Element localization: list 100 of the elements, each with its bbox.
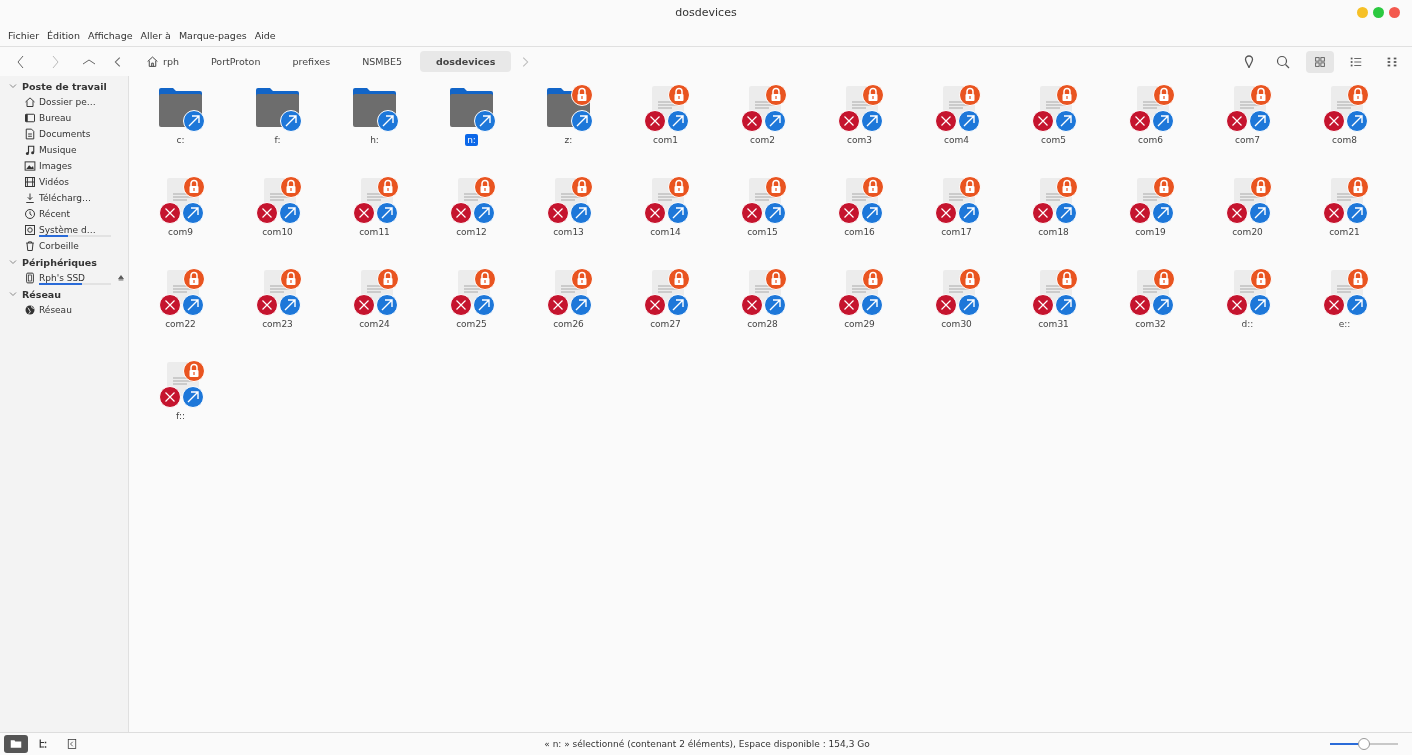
file-item[interactable]: com15 <box>714 176 811 268</box>
section-header[interactable]: Poste de travail <box>4 78 128 94</box>
file-item[interactable]: h: <box>326 84 423 176</box>
file-item[interactable]: com27 <box>617 268 714 360</box>
file-item[interactable]: com10 <box>229 176 326 268</box>
zoom-slider[interactable] <box>1330 738 1398 750</box>
file-item[interactable]: z: <box>520 84 617 176</box>
file-name: com28 <box>746 318 779 330</box>
globe-icon <box>24 304 36 316</box>
file-name: com11 <box>358 226 391 238</box>
file-item[interactable]: com22 <box>132 268 229 360</box>
sidebar-item[interactable]: Rph's SSD <box>4 270 128 286</box>
sidebar-item[interactable]: Bureau <box>4 110 128 126</box>
sidebar-item[interactable]: Vidéos <box>4 174 128 190</box>
file-name: com19 <box>1134 226 1167 238</box>
section-label: Réseau <box>22 288 62 300</box>
file-item[interactable]: d:: <box>1199 268 1296 360</box>
file-name: com16 <box>843 226 876 238</box>
file-item[interactable]: com28 <box>714 268 811 360</box>
file-item[interactable]: com18 <box>1005 176 1102 268</box>
file-name: d:: <box>1240 318 1255 330</box>
file-item[interactable]: com29 <box>811 268 908 360</box>
breadcrumb-button[interactable]: PortProton <box>196 51 275 72</box>
close-button[interactable] <box>1389 7 1400 18</box>
file-item[interactable]: com13 <box>520 176 617 268</box>
sidebar-item[interactable]: Documents <box>4 126 128 142</box>
file-item[interactable]: com19 <box>1102 176 1199 268</box>
file-item[interactable]: com32 <box>1102 268 1199 360</box>
sidebar-item[interactable]: Musique <box>4 142 128 158</box>
file-item[interactable]: com17 <box>908 176 1005 268</box>
file-name: com5 <box>1040 134 1067 146</box>
sidebar-item-label: Images <box>39 161 73 171</box>
file-item[interactable]: com6 <box>1102 84 1199 176</box>
places-panel-button[interactable] <box>4 735 28 753</box>
breadcrumb-button[interactable]: NSMBE5 <box>348 51 417 72</box>
sidebar-item[interactable]: Dossier pe… <box>4 94 128 110</box>
trash-icon <box>24 240 36 252</box>
file-item[interactable]: com3 <box>811 84 908 176</box>
file-name: n: <box>465 134 478 146</box>
breadcrumb-button[interactable]: dosdevices <box>420 51 512 72</box>
sidebar-item-label: Vidéos <box>39 177 70 187</box>
menu-item[interactable]: Édition <box>47 29 80 41</box>
breadcrumb-button[interactable]: prefixes <box>278 51 345 72</box>
file-name: com1 <box>652 134 679 146</box>
file-item[interactable]: c: <box>132 84 229 176</box>
file-item[interactable]: com25 <box>423 268 520 360</box>
file-item[interactable]: com1 <box>617 84 714 176</box>
file-item[interactable]: com2 <box>714 84 811 176</box>
file-item[interactable]: com8 <box>1296 84 1393 176</box>
sidebar-item-label: Bureau <box>39 113 73 123</box>
sidebar-item[interactable]: Système d… <box>4 222 128 238</box>
eject-icon[interactable] <box>117 274 125 282</box>
sidebar-item[interactable]: Télécharg… <box>4 190 128 206</box>
file-item[interactable]: com24 <box>326 268 423 360</box>
file-item[interactable]: com11 <box>326 176 423 268</box>
status-text: « n: » sélectionné (contenant 2 éléments), Espace disponible : 154,3 Go <box>543 739 871 749</box>
sidebar-item[interactable]: Images <box>4 158 128 174</box>
file-name: com3 <box>846 134 873 146</box>
image-icon <box>24 160 36 172</box>
file-item[interactable]: com14 <box>617 176 714 268</box>
file-item[interactable]: com5 <box>1005 84 1102 176</box>
section-header[interactable]: Réseau <box>4 286 128 302</box>
file-item[interactable]: com30 <box>908 268 1005 360</box>
file-item[interactable]: com16 <box>811 176 908 268</box>
file-item[interactable]: f: <box>229 84 326 176</box>
sidebar-item[interactable]: Réseau <box>4 302 128 318</box>
file-name: com7 <box>1234 134 1261 146</box>
file-name: com20 <box>1231 226 1264 238</box>
file-item[interactable]: n: <box>423 84 520 176</box>
menu-item[interactable]: Aller à <box>140 29 171 41</box>
file-item[interactable]: e:: <box>1296 268 1393 360</box>
file-item[interactable]: com26 <box>520 268 617 360</box>
file-name: com32 <box>1134 318 1167 330</box>
menu-item[interactable]: Fichier <box>8 29 40 41</box>
sidebar-item[interactable]: Récent <box>4 206 128 222</box>
file-item[interactable]: com20 <box>1199 176 1296 268</box>
file-item[interactable]: com31 <box>1005 268 1102 360</box>
sidebar-item[interactable]: Corbeille <box>4 238 128 254</box>
sidebar-item-label: Télécharg… <box>39 193 92 203</box>
sidebar-item-label: Rph's SSD <box>39 273 87 283</box>
file-item[interactable]: com12 <box>423 176 520 268</box>
sidebar-item-label: Réseau <box>39 305 73 315</box>
menu-item[interactable]: Affichage <box>87 29 133 41</box>
file-name: com27 <box>649 318 682 330</box>
section-label: Périphériques <box>22 256 97 268</box>
file-name: com12 <box>455 226 488 238</box>
disk-icon <box>24 224 36 236</box>
menu-item[interactable]: Marque-pages <box>178 29 247 41</box>
view-mode-button[interactable] <box>1306 50 1334 73</box>
file-name: com15 <box>746 226 779 238</box>
breadcrumb-button[interactable]: rph <box>132 50 193 73</box>
file-item[interactable]: com7 <box>1199 84 1296 176</box>
file-item[interactable]: f:: <box>132 360 229 452</box>
menu-item[interactable]: Aide <box>254 29 276 41</box>
file-item[interactable]: com21 <box>1296 176 1393 268</box>
home-icon <box>146 55 159 68</box>
section-header[interactable]: Périphériques <box>4 254 128 270</box>
file-item[interactable]: com9 <box>132 176 229 268</box>
file-item[interactable]: com23 <box>229 268 326 360</box>
file-item[interactable]: com4 <box>908 84 1005 176</box>
